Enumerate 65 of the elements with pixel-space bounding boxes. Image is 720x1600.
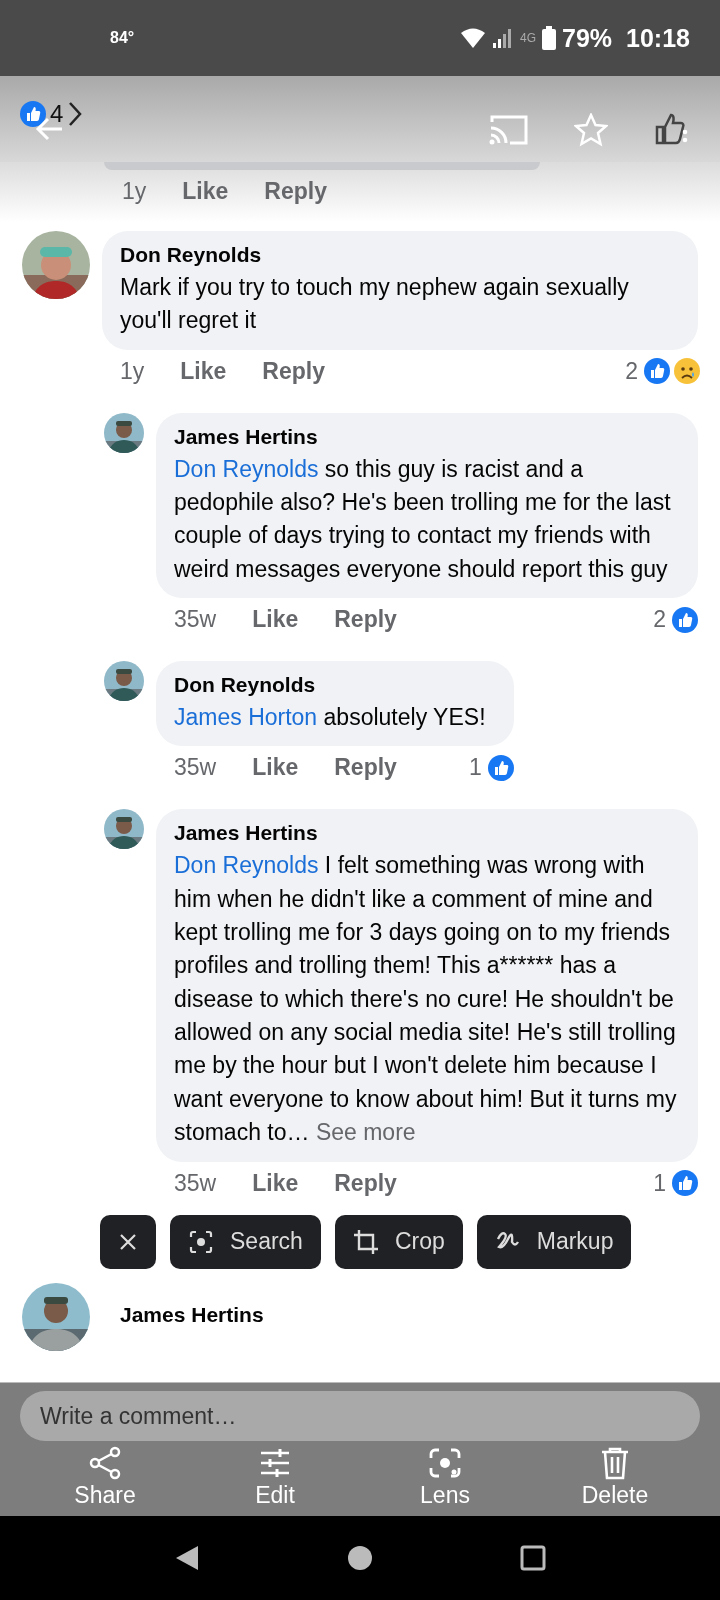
- share-button[interactable]: Share: [35, 1445, 175, 1510]
- close-button[interactable]: [100, 1214, 156, 1269]
- clock: 10:18: [626, 23, 690, 53]
- edit-button[interactable]: Edit: [205, 1445, 345, 1510]
- comment-field[interactable]: Write a comment…: [20, 1391, 700, 1441]
- reply-link[interactable]: Reply: [262, 357, 325, 385]
- comment-text: James Horton absolutely YES!: [174, 703, 487, 733]
- home-icon[interactable]: [347, 1545, 373, 1571]
- comment-age: 35w: [174, 754, 217, 782]
- comment-author: Don Reynolds: [120, 243, 263, 267]
- signal-icon: [492, 27, 514, 49]
- like-link[interactable]: Like: [182, 178, 229, 205]
- delete-button[interactable]: Delete: [545, 1445, 685, 1510]
- reaction-count: 2: [625, 357, 638, 385]
- crop-button[interactable]: Crop: [334, 1214, 463, 1269]
- like-reaction-icon: [644, 358, 670, 385]
- reaction-count: 1: [653, 1169, 666, 1197]
- reaction-count: 1: [468, 754, 482, 782]
- lens-button[interactable]: Lens: [375, 1445, 515, 1510]
- comment-text: Mark if you try to touch my nephew again sexually you'll regret it: [120, 273, 630, 336]
- comment-author: Don Reynolds: [174, 673, 317, 698]
- comment-age: 35w: [174, 1169, 217, 1197]
- search-icon: [188, 1228, 214, 1255]
- like-link[interactable]: Like: [180, 357, 227, 385]
- comment-author: James Hertins: [174, 424, 319, 449]
- comment-text: Don Reynolds I felt something was wrong with him when he didn't like a comment of mine and kept trolling me for 3 days going on to my friends profiles and trolling them! This a****** has a disease to which there's no cure! He shouldn't be allowed on any social media site! He's still trolling me by the hour but I won't delete him because I want everyone to know about him! But it turns my stomach to… See more: [174, 851, 678, 1148]
- reply-link[interactable]: Reply: [264, 178, 327, 205]
- comment-age: 1y: [122, 178, 147, 205]
- star-icon[interactable]: [574, 113, 608, 147]
- mention-link[interactable]: Don Reynolds: [174, 455, 319, 482]
- sad-reaction-icon: [674, 358, 700, 385]
- network-type: 4G: [520, 31, 536, 45]
- reply-link[interactable]: Reply: [334, 754, 397, 782]
- comment-author: James Hertins: [120, 1302, 264, 1327]
- like-link[interactable]: Like: [252, 1169, 299, 1197]
- like-reaction-icon: [672, 606, 698, 633]
- crop-icon: [352, 1228, 379, 1255]
- lens-icon: [428, 1446, 462, 1480]
- reaction-count: 2: [653, 606, 666, 634]
- battery-level: 79%: [562, 23, 613, 53]
- like-link[interactable]: Like: [252, 754, 299, 782]
- mention-link[interactable]: Don Reynolds: [174, 852, 319, 879]
- comment-text: Don Reynolds so this guy is racist and a pedophile also? He's been trolling me for the last couple of days trying to contact my friends with weird messages everyone should report this guy: [174, 454, 672, 584]
- chevron-right-icon[interactable]: [67, 100, 84, 128]
- like-icon: [20, 101, 46, 127]
- mention-link[interactable]: James Horton: [174, 704, 318, 731]
- close-icon: [118, 1231, 138, 1252]
- share-icon: [88, 1446, 122, 1480]
- markup-button[interactable]: Markup: [476, 1214, 632, 1269]
- sliders-icon: [258, 1446, 292, 1480]
- search-button[interactable]: Search: [170, 1214, 321, 1269]
- recents-icon[interactable]: [520, 1545, 547, 1571]
- wifi-icon: [460, 27, 486, 49]
- see-more-link[interactable]: See more: [315, 1119, 416, 1146]
- like-link[interactable]: Like: [252, 606, 299, 634]
- like-reaction-icon: [487, 754, 514, 781]
- temperature: 84°: [110, 29, 135, 47]
- like-count[interactable]: 4: [50, 100, 64, 128]
- battery-icon: [542, 26, 556, 50]
- comment-age: 1y: [120, 357, 145, 385]
- like-reaction-icon: [672, 1170, 698, 1196]
- reply-link[interactable]: Reply: [334, 1169, 397, 1197]
- comment-author: James Hertins: [174, 821, 319, 846]
- comment-age: 35w: [174, 606, 217, 634]
- reply-link[interactable]: Reply: [334, 606, 397, 634]
